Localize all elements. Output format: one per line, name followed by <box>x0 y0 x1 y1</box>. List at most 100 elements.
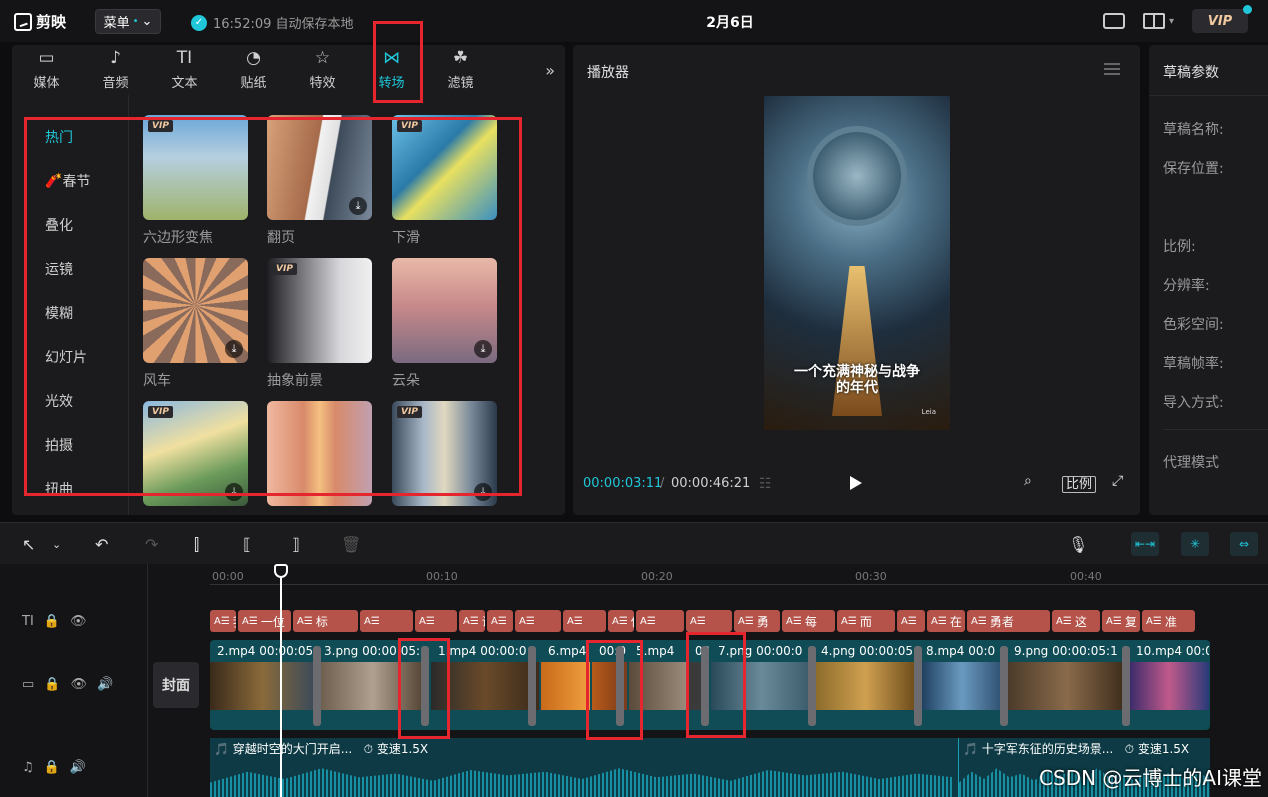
volume-icon[interactable]: 🔊 <box>70 760 86 775</box>
tab-filter[interactable]: ☘ 滤镜 <box>426 45 495 95</box>
volume-icon[interactable]: 🔊 <box>97 677 113 692</box>
main-track-magnet-icon[interactable]: ⇤⇥ <box>1131 532 1159 556</box>
cover-button[interactable]: 封面 <box>153 662 199 708</box>
transition-thumb[interactable]: VIP ⤓ <box>392 401 497 506</box>
play-icon[interactable] <box>850 476 862 490</box>
video-clip[interactable]: 10.mp4 00:0 <box>1129 640 1210 710</box>
transition-handle[interactable] <box>528 646 536 726</box>
subtitle-clip[interactable]: A☰ <box>415 610 457 632</box>
split-icon[interactable]: ⫿ <box>194 535 199 555</box>
layout-button[interactable]: ▾ <box>1142 13 1174 29</box>
transition-thumb[interactable]: ⤓ <box>143 258 248 363</box>
subtitle-clip[interactable]: A☰ 勇 <box>734 610 780 632</box>
subtitle-clip[interactable]: A☰ 这 <box>1052 610 1100 632</box>
tab-transition[interactable]: ⋈ 转场 <box>357 45 426 95</box>
video-clip[interactable]: 2.mp4 00:00:05 <box>210 640 316 710</box>
subtitle-clip[interactable]: A☰说 <box>459 610 485 632</box>
segments-icon[interactable]: ☷ <box>759 476 772 492</box>
tab-audio[interactable]: ♪ 音频 <box>81 45 150 95</box>
lock-icon[interactable]: 🔒 <box>44 614 60 629</box>
video-clip[interactable]: 9.png 00:00:05:1 <box>1007 640 1128 710</box>
download-icon[interactable]: ⤓ <box>474 483 492 501</box>
keyboard-shortcut-icon[interactable] <box>1102 13 1125 29</box>
subtitle-clip[interactable]: A☰ <box>515 610 561 632</box>
transition-thumb[interactable]: VIP <box>392 115 497 220</box>
vip-button[interactable]: VIP <box>1192 5 1252 33</box>
download-icon[interactable]: ⤓ <box>349 197 367 215</box>
transition-handle[interactable] <box>616 646 624 726</box>
redo-icon[interactable]: ↷ <box>145 535 158 554</box>
subtitle-clip[interactable]: A☰ <box>563 610 606 632</box>
video-clip[interactable]: 6.mp4 <box>541 640 591 710</box>
subtitle-clip[interactable]: A☰佑 <box>608 610 634 632</box>
subtitle-clip[interactable]: A☰ <box>360 610 413 632</box>
transition-handle[interactable] <box>421 646 429 726</box>
video-clip[interactable]: 1.mp4 00:00:0 <box>431 640 540 710</box>
link-icon[interactable]: ⇔ <box>1230 532 1258 556</box>
transition-thumb[interactable]: VIP ⤓ <box>143 401 248 506</box>
category-hot[interactable]: 热门 <box>24 115 129 159</box>
transition-thumb[interactable] <box>267 401 372 506</box>
video-clip[interactable]: 3.png 00:00:05: <box>317 640 430 710</box>
subtitle-clip[interactable]: A☰ 一位 <box>238 610 291 632</box>
video-preview[interactable]: 一个充满神秘与战争 的年代 Leia <box>764 96 950 430</box>
transition-handle[interactable] <box>1122 646 1130 726</box>
fullscreen-icon[interactable]: ⤢ <box>1112 473 1123 489</box>
transition-handle[interactable] <box>808 646 816 726</box>
tabs-more-icon[interactable]: » <box>545 61 555 80</box>
audio-clip[interactable]: 🎵 穿越时空的大门开启... ⏱ 变速1.5X <box>210 738 954 797</box>
trim-right-icon[interactable]: ⟧ <box>292 535 300 554</box>
subtitle-clip[interactable]: A☰ <box>686 610 732 632</box>
select-cursor-icon[interactable]: ↖ <box>22 535 35 554</box>
eye-icon[interactable]: 👁 <box>70 614 87 629</box>
video-clip[interactable]: 5.mp4 <box>629 640 687 710</box>
ratio-button[interactable]: 比例 <box>1062 473 1097 493</box>
category-shooting[interactable]: 拍摄 <box>24 423 129 467</box>
download-icon[interactable]: ⤓ <box>225 340 243 358</box>
delete-icon[interactable]: 🗑 <box>341 535 361 554</box>
subtitle-clip[interactable]: A☰ <box>636 610 684 632</box>
category-blur[interactable]: 模糊 <box>24 291 129 335</box>
subtitle-clip[interactable]: A☰ 复 <box>1102 610 1140 632</box>
menu-button[interactable]: 菜单 • ⌄ <box>95 9 161 34</box>
transition-handle[interactable] <box>914 646 922 726</box>
category-light[interactable]: 光效 <box>24 379 129 423</box>
subtitle-clip[interactable]: A☰ 标 <box>293 610 358 632</box>
transition-handle[interactable] <box>313 646 321 726</box>
subtitle-clip[interactable]: A☰ 每 <box>782 610 835 632</box>
transition-thumb[interactable]: ⤓ <box>392 258 497 363</box>
download-icon[interactable]: ⤓ <box>225 483 243 501</box>
video-clip[interactable]: 4.png 00:00:05 <box>814 640 918 710</box>
auto-snap-icon[interactable]: ✳ <box>1181 532 1209 556</box>
menu-icon[interactable] <box>1104 63 1120 75</box>
tab-sticker[interactable]: ◔ 贴纸 <box>219 45 288 95</box>
subtitle-clip[interactable]: A☰ <box>897 610 925 632</box>
category-dissolve[interactable]: 叠化 <box>24 203 129 247</box>
subtitle-clip[interactable]: A☰ 在 <box>927 610 965 632</box>
subtitle-clip[interactable]: A☰ 而 <box>837 610 895 632</box>
video-clip[interactable]: 7.png 00:00:0 <box>711 640 813 710</box>
subtitle-clip[interactable]: A☰我 <box>210 610 236 632</box>
tab-effects[interactable]: ☆ 特效 <box>288 45 357 95</box>
category-distort[interactable]: 扭曲 <box>24 467 129 511</box>
undo-icon[interactable]: ↶ <box>95 535 108 554</box>
transition-thumb[interactable]: ⤓ <box>267 115 372 220</box>
microphone-icon[interactable]: 🎙 <box>1068 535 1088 554</box>
transition-handle[interactable] <box>1000 646 1008 726</box>
category-spring-festival[interactable]: 🧨 春节 <box>24 159 129 203</box>
tab-text[interactable]: TI 文本 <box>150 45 219 95</box>
tab-media[interactable]: ▭ 媒体 <box>12 45 81 95</box>
time-ruler[interactable]: 00:00 00:10 00:20 00:30 00:40 <box>210 570 1268 588</box>
subtitle-clip[interactable]: A☰ <box>487 610 513 632</box>
category-slideshow[interactable]: 幻灯片 <box>24 335 129 379</box>
chevron-down-icon[interactable]: ⌄ <box>52 538 61 551</box>
playhead-handle[interactable] <box>274 564 288 578</box>
transition-handle[interactable] <box>701 646 709 726</box>
lock-icon[interactable]: 🔒 <box>44 760 60 775</box>
eye-icon[interactable]: 👁 <box>70 677 87 692</box>
playhead[interactable] <box>274 564 288 797</box>
zoom-fit-icon[interactable]: ⌕ <box>1024 473 1032 489</box>
subtitle-clip[interactable]: A☰ 准 <box>1142 610 1195 632</box>
transition-thumb[interactable]: VIP <box>267 258 372 363</box>
video-clip[interactable]: 8.mp4 00:0 <box>919 640 1006 710</box>
